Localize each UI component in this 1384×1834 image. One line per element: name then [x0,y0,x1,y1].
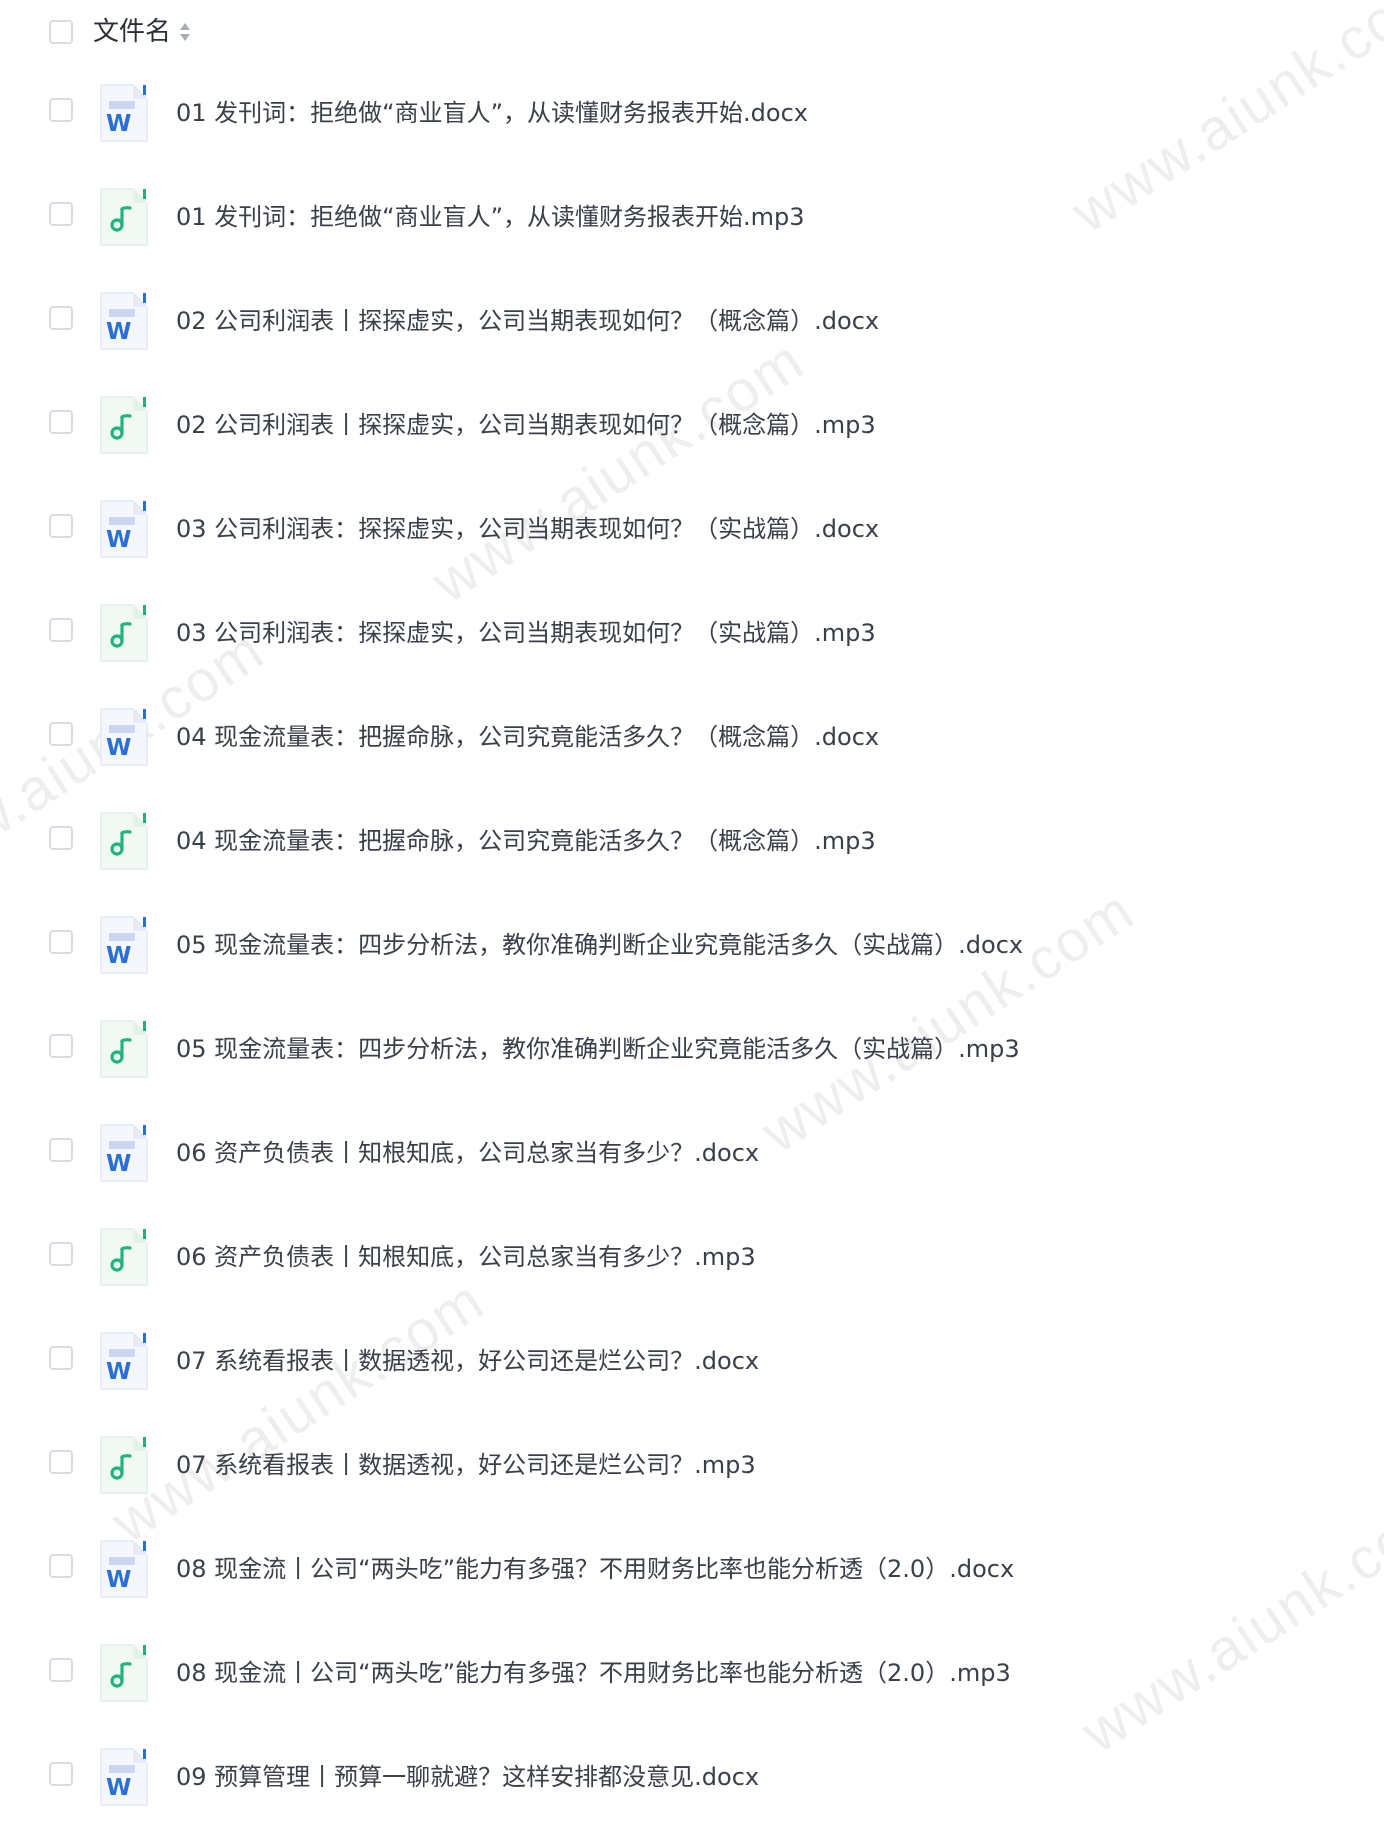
file-row[interactable]: 07 系统看报表丨数据透视，好公司还是烂公司？.mp3 [0,1418,1384,1522]
file-name-link[interactable]: 04 现金流量表：把握命脉，公司究竟能活多久？（概念篇）.docx [176,720,879,754]
file-name-link[interactable]: 07 系统看报表丨数据透视，好公司还是烂公司？.mp3 [176,1448,756,1482]
file-row[interactable]: 08 现金流丨公司“两头吃”能力有多强？不用财务比率也能分析透（2.0）.mp3 [0,1626,1384,1730]
word-file-icon: W [97,913,151,977]
audio-file-icon [97,185,151,249]
svg-text:W: W [106,1567,131,1593]
file-select-checkbox[interactable] [49,1658,73,1682]
word-file-icon: W [97,1537,151,1601]
audio-file-icon [97,393,151,457]
file-row[interactable]: 01 发刊词：拒绝做“商业盲人”，从读懂财务报表开始.mp3 [0,170,1384,274]
filename-column-header[interactable]: 文件名 [93,14,171,50]
audio-file-icon [97,1641,151,1705]
file-row[interactable]: W 09 预算管理丨预算一聊就避？这样安排都没意见.docx [0,1730,1384,1834]
file-select-checkbox[interactable] [49,202,73,226]
file-row[interactable]: W 04 现金流量表：把握命脉，公司究竟能活多久？（概念篇）.docx [0,690,1384,794]
file-select-checkbox[interactable] [49,306,73,330]
file-row[interactable]: 04 现金流量表：把握命脉，公司究竟能活多久？（概念篇）.mp3 [0,794,1384,898]
svg-text:W: W [106,1151,131,1177]
file-name-link[interactable]: 01 发刊词：拒绝做“商业盲人”，从读懂财务报表开始.mp3 [176,200,805,234]
file-name-link[interactable]: 03 公司利润表：探探虚实，公司当期表现如何？（实战篇）.mp3 [176,616,876,650]
svg-text:W: W [106,319,131,345]
file-name-link[interactable]: 08 现金流丨公司“两头吃”能力有多强？不用财务比率也能分析透（2.0）.mp3 [176,1656,1011,1690]
file-select-checkbox[interactable] [49,1450,73,1474]
file-row[interactable]: W 05 现金流量表：四步分析法，教你准确判断企业究竟能活多久（实战篇）.doc… [0,898,1384,1002]
file-select-checkbox[interactable] [49,1554,73,1578]
file-select-checkbox[interactable] [49,98,73,122]
word-file-icon: W [97,1329,151,1393]
svg-text:W: W [106,111,131,137]
file-row[interactable]: W 07 系统看报表丨数据透视，好公司还是烂公司？.docx [0,1314,1384,1418]
file-select-checkbox[interactable] [49,1138,73,1162]
file-row[interactable]: W 03 公司利润表：探探虚实，公司当期表现如何？（实战篇）.docx [0,482,1384,586]
file-select-checkbox[interactable] [49,618,73,642]
word-file-icon: W [97,1745,151,1809]
svg-text:W: W [106,943,131,969]
file-select-checkbox[interactable] [49,1346,73,1370]
file-name-link[interactable]: 03 公司利润表：探探虚实，公司当期表现如何？（实战篇）.docx [176,512,879,546]
select-all-checkbox[interactable] [49,20,73,44]
audio-file-icon [97,1225,151,1289]
file-list-header: 文件名 [0,0,1384,64]
file-row[interactable]: 05 现金流量表：四步分析法，教你准确判断企业究竟能活多久（实战篇）.mp3 [0,1002,1384,1106]
word-file-icon: W [97,497,151,561]
file-name-link[interactable]: 09 预算管理丨预算一聊就避？这样安排都没意见.docx [176,1760,759,1794]
file-row[interactable]: 02 公司利润表丨探探虚实，公司当期表现如何？（概念篇）.mp3 [0,378,1384,482]
file-name-link[interactable]: 08 现金流丨公司“两头吃”能力有多强？不用财务比率也能分析透（2.0）.doc… [176,1552,1014,1586]
file-row[interactable]: W 01 发刊词：拒绝做“商业盲人”，从读懂财务报表开始.docx [0,66,1384,170]
word-file-icon: W [97,81,151,145]
file-select-checkbox[interactable] [49,1242,73,1266]
file-name-link[interactable]: 04 现金流量表：把握命脉，公司究竟能活多久？（概念篇）.mp3 [176,824,876,858]
file-name-link[interactable]: 07 系统看报表丨数据透视，好公司还是烂公司？.docx [176,1344,759,1378]
file-list: W 01 发刊词：拒绝做“商业盲人”，从读懂财务报表开始.docx 01 发刊词… [0,66,1384,1834]
word-file-icon: W [97,289,151,353]
file-name-link[interactable]: 05 现金流量表：四步分析法，教你准确判断企业究竟能活多久（实战篇）.docx [176,928,1023,962]
file-row[interactable]: W 02 公司利润表丨探探虚实，公司当期表现如何？（概念篇）.docx [0,274,1384,378]
file-row[interactable]: 06 资产负债表丨知根知底，公司总家当有多少？.mp3 [0,1210,1384,1314]
file-row[interactable]: 03 公司利润表：探探虚实，公司当期表现如何？（实战篇）.mp3 [0,586,1384,690]
file-select-checkbox[interactable] [49,826,73,850]
file-name-link[interactable]: 05 现金流量表：四步分析法，教你准确判断企业究竟能活多久（实战篇）.mp3 [176,1032,1020,1066]
sort-icon[interactable] [178,20,192,44]
audio-file-icon [97,809,151,873]
file-name-link[interactable]: 06 资产负债表丨知根知底，公司总家当有多少？.docx [176,1136,759,1170]
audio-file-icon [97,1017,151,1081]
file-select-checkbox[interactable] [49,1034,73,1058]
audio-file-icon [97,601,151,665]
svg-text:W: W [106,735,131,761]
file-select-checkbox[interactable] [49,514,73,538]
file-row[interactable]: W 06 资产负债表丨知根知底，公司总家当有多少？.docx [0,1106,1384,1210]
audio-file-icon [97,1433,151,1497]
file-select-checkbox[interactable] [49,930,73,954]
file-name-link[interactable]: 02 公司利润表丨探探虚实，公司当期表现如何？（概念篇）.docx [176,304,879,338]
word-file-icon: W [97,1121,151,1185]
file-name-link[interactable]: 01 发刊词：拒绝做“商业盲人”，从读懂财务报表开始.docx [176,96,808,130]
word-file-icon: W [97,705,151,769]
svg-text:W: W [106,1775,131,1801]
file-name-link[interactable]: 02 公司利润表丨探探虚实，公司当期表现如何？（概念篇）.mp3 [176,408,876,442]
file-select-checkbox[interactable] [49,1762,73,1786]
file-row[interactable]: W 08 现金流丨公司“两头吃”能力有多强？不用财务比率也能分析透（2.0）.d… [0,1522,1384,1626]
file-name-link[interactable]: 06 资产负债表丨知根知底，公司总家当有多少？.mp3 [176,1240,756,1274]
svg-text:W: W [106,1359,131,1385]
file-select-checkbox[interactable] [49,410,73,434]
svg-text:W: W [106,527,131,553]
file-select-checkbox[interactable] [49,722,73,746]
